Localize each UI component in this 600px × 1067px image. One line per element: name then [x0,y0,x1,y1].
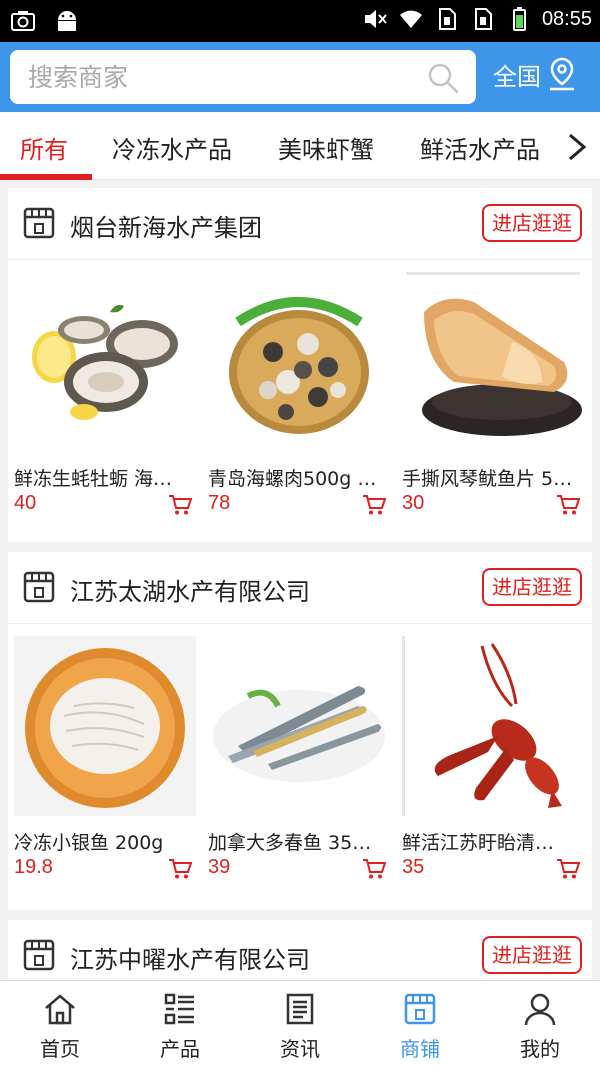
nav-label: 商铺 [400,1037,440,1061]
cart-icon[interactable] [362,858,386,880]
status-bar: 08:55 [0,0,600,42]
tab-frozen-seafood[interactable]: 冷冻水产品 [112,130,232,165]
store-card: 江苏太湖水产有限公司 进店逛逛 冷冻小银鱼 200g 19.8 加拿大多春鱼 3… [8,552,592,910]
grid-list-icon [164,993,194,1025]
store-card: 烟台新海水产集团 进店逛逛 鲜冻生蚝牡蛎 海… 40 青岛海螺肉500g … 7… [8,188,592,542]
product-price: 35 [402,856,425,878]
nav-label: 产品 [160,1037,200,1061]
store-icon [23,207,55,239]
product-image-whitebait[interactable] [14,636,196,816]
battery-icon [512,7,526,31]
product-price: 40 [14,492,37,514]
product-card[interactable]: 鲜冻生蚝牡蛎 海… 40 [14,272,196,534]
home-icon [45,994,75,1025]
tab-all[interactable]: 所有 [20,130,68,165]
cart-icon[interactable] [556,858,580,880]
android-icon [58,11,76,31]
mute-icon [364,10,387,28]
visit-store-button[interactable]: 进店逛逛 [482,204,582,242]
cart-icon[interactable] [362,494,386,516]
product-name: 手撕风琴鱿鱼片 5… [402,468,573,490]
wifi-icon [399,10,422,28]
visit-store-button[interactable]: 进店逛逛 [482,568,582,606]
product-price: 19.8 [14,856,53,878]
product-price: 78 [208,492,231,514]
store-icon [404,993,436,1025]
nav-stores[interactable]: 商铺 [360,991,480,1062]
tab-live-seafood[interactable]: 鲜活水产品 [420,130,540,165]
product-price: 39 [208,856,231,878]
nav-products[interactable]: 产品 [120,991,240,1062]
product-image-conch-meat[interactable] [208,272,390,452]
product-price: 30 [402,492,425,514]
cart-icon[interactable] [168,494,192,516]
product-name: 冷冻小银鱼 200g [14,832,164,854]
store-header: 江苏中曜水产有限公司 进店逛逛 [8,920,592,980]
nav-me[interactable]: 我的 [480,991,600,1062]
category-tabs: 所有 冷冻水产品 美味虾蟹 鲜活水产品 [0,112,600,180]
store-icon [23,939,55,971]
product-image-capelin[interactable] [208,636,390,816]
nav-label: 我的 [520,1037,560,1061]
location-pin-icon [550,57,574,91]
store-icon [23,571,55,603]
clock: 08:55 [541,7,592,30]
chevron-right-icon[interactable] [564,132,590,162]
sim-card-icon [438,8,456,30]
nav-news[interactable]: 资讯 [240,991,360,1062]
search-box[interactable] [10,50,476,104]
search-input[interactable] [28,60,418,94]
user-icon [524,993,556,1026]
product-name: 鲜活江苏盱眙清… [402,832,555,854]
product-row: 冷冻小银鱼 200g 19.8 加拿大多春鱼 35… 39 鲜活江苏盱眙清… 3… [8,624,592,910]
product-image-crayfish[interactable] [402,636,584,816]
product-card[interactable]: 手撕风琴鱿鱼片 5… 30 [402,272,584,534]
store-header: 江苏太湖水产有限公司 进店逛逛 [8,552,592,624]
product-name: 加拿大多春鱼 35… [208,832,372,854]
store-name: 江苏中曜水产有限公司 [70,946,310,974]
product-name: 鲜冻生蚝牡蛎 海… [14,468,173,490]
sim-card-icon [474,8,492,30]
product-card[interactable]: 青岛海螺肉500g … 78 [208,272,390,534]
visit-store-button[interactable]: 进店逛逛 [482,936,582,974]
nav-home[interactable]: 首页 [0,991,120,1062]
active-tab-indicator [0,174,92,180]
product-card[interactable]: 鲜活江苏盱眙清… 35 [402,636,584,898]
bottom-nav: 首页 产品 资讯 商铺 我的 [0,980,600,1067]
nav-label: 资讯 [280,1037,320,1061]
region-selector[interactable]: 全国 [493,56,577,92]
cart-icon[interactable] [168,858,192,880]
news-icon [286,993,314,1025]
store-card: 江苏中曜水产有限公司 进店逛逛 [8,920,592,980]
product-card[interactable]: 冷冻小银鱼 200g 19.8 [14,636,196,898]
product-name: 青岛海螺肉500g … [208,468,377,490]
search-header: 全国 [0,42,600,112]
product-image-squid-slices[interactable] [402,272,584,452]
store-name: 烟台新海水产集团 [70,214,262,242]
store-header: 烟台新海水产集团 进店逛逛 [8,188,592,260]
region-label: 全国 [493,62,541,91]
search-icon[interactable] [426,61,460,95]
screenshot-icon [11,11,35,31]
tab-shrimp-crab[interactable]: 美味虾蟹 [278,130,374,165]
cart-icon[interactable] [556,494,580,516]
product-image-oysters[interactable] [14,272,196,452]
product-card[interactable]: 加拿大多春鱼 35… 39 [208,636,390,898]
product-row: 鲜冻生蚝牡蛎 海… 40 青岛海螺肉500g … 78 手撕风琴鱿鱼片 5… 3… [8,260,592,546]
nav-label: 首页 [40,1037,80,1061]
store-name: 江苏太湖水产有限公司 [70,578,310,606]
